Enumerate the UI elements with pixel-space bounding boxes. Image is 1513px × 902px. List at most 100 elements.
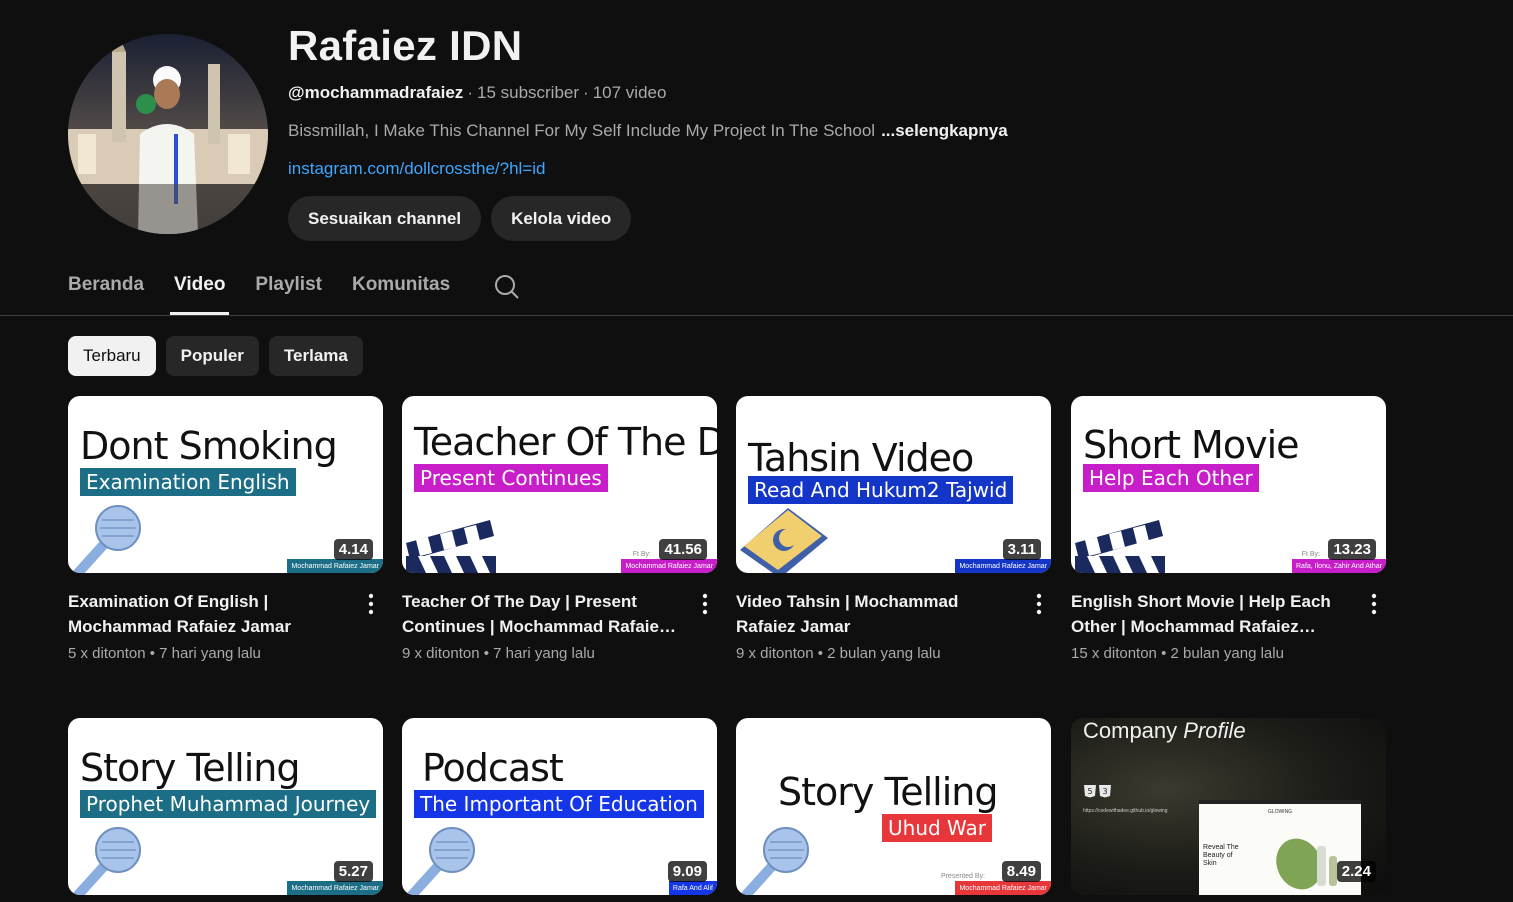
thumbnail-title: Story Telling <box>80 746 300 790</box>
svg-text:5: 5 <box>1087 787 1092 796</box>
tab-home[interactable]: Beranda <box>68 264 144 315</box>
channel-name: Rafaiez IDN <box>288 22 523 69</box>
tab-videos[interactable]: Video <box>170 264 230 315</box>
video-title[interactable]: Teacher Of The Day | Present Continues |… <box>402 589 681 639</box>
microphone-icon <box>407 827 475 895</box>
video-thumbnail[interactable]: Dont Smoking Examination English Mochamm… <box>68 396 383 573</box>
video-meta: 9 x ditonton • 7 hari yang lalu <box>402 645 595 662</box>
search-icon[interactable] <box>494 264 524 315</box>
more-vert-icon[interactable] <box>1366 591 1382 617</box>
tab-community[interactable]: Komunitas <box>352 264 450 315</box>
html-css-icon: 5 3 <box>1084 785 1111 798</box>
video-thumbnail[interactable]: Story Telling Prophet Muhammad Journey M… <box>68 718 383 895</box>
sort-chips: Terbaru Populer Terlama <box>68 336 363 376</box>
thumbnail-title-main: Company <box>1083 718 1178 743</box>
thumbnail-subtitle: Prophet Muhammad Journey <box>80 790 377 818</box>
chip-oldest[interactable]: Terlama <box>268 336 363 376</box>
channel-meta: @mochammadrafaiez · 15 subscriber · 107 vide… <box>288 83 666 103</box>
video-duration: 9.09 <box>667 861 707 882</box>
thumbnail-subtitle: Present Continues <box>414 464 608 492</box>
chip-latest[interactable]: Terbaru <box>68 336 156 376</box>
more-vert-icon[interactable] <box>697 591 713 617</box>
quran-icon <box>740 508 828 573</box>
avatar-photo <box>68 34 268 234</box>
thumbnail-title: Story Telling <box>778 770 998 814</box>
thumbnail-url: https://codewithadee.github.io/glowing <box>1083 808 1168 814</box>
website-brand: GLOWING <box>1267 809 1293 815</box>
upload-age: 2 bulan yang lalu <box>1170 645 1284 662</box>
video-duration: 5.27 <box>333 861 373 882</box>
subscriber-count: 15 subscriber <box>476 83 580 102</box>
video-card[interactable]: Story Telling Prophet Muhammad Journey M… <box>68 718 383 895</box>
channel-link[interactable]: instagram.com/dollcrossthe/?hl=id <box>288 159 545 179</box>
thumbnail-subtitle: Examination English <box>80 468 296 496</box>
video-card[interactable]: Short Movie Help Each Other Ft By: Rafa,… <box>1071 396 1386 662</box>
video-card[interactable]: Story Telling Uhud War Presented By: Moc… <box>736 718 1051 895</box>
thumbnail-title: Podcast <box>422 746 564 790</box>
thumbnail-footer: Mochammad Rafaiez Jamar <box>287 881 383 895</box>
video-title[interactable]: Examination Of English | Mochammad Rafai… <box>68 589 347 639</box>
video-duration: 2.24 <box>1336 861 1376 882</box>
video-card[interactable]: Teacher Of The Day Present Continues Ft … <box>402 396 717 662</box>
meta-separator: · <box>467 83 473 102</box>
meta-separator: · <box>583 83 589 102</box>
thumbnail-footer: Rafa, Ilonu, Zahir And Athar <box>1292 559 1386 573</box>
video-thumbnail[interactable]: Teacher Of The Day Present Continues Ft … <box>402 396 717 573</box>
video-card[interactable]: Podcast The Important Of Education Rafa … <box>402 718 717 895</box>
microphone-icon <box>73 505 141 573</box>
video-duration: 41.56 <box>659 539 707 560</box>
more-link[interactable]: ...selengkapnya <box>881 121 1008 140</box>
thumbnail-title: Short Movie <box>1083 423 1300 467</box>
description-text: Bissmillah, I Make This Channel For My S… <box>288 121 876 140</box>
video-thumbnail[interactable]: Podcast The Important Of Education Rafa … <box>402 718 717 895</box>
video-card[interactable]: Dont Smoking Examination English Mochamm… <box>68 396 383 662</box>
video-title[interactable]: Video Tahsin | Mochammad Rafaiez Jamar <box>736 589 1015 639</box>
video-info: Examination Of English | Mochammad Rafai… <box>68 573 383 662</box>
video-thumbnail[interactable]: Tahsin Video Read And Hukum2 Tajwid Moch… <box>736 396 1051 573</box>
thumbnail-subtitle: Help Each Other <box>1083 464 1259 492</box>
video-count: 107 video <box>592 83 667 102</box>
clapperboard-icon <box>406 520 496 573</box>
upload-age: 7 hari yang lalu <box>493 645 595 662</box>
channel-avatar[interactable] <box>68 34 268 234</box>
thumbnail-title: Company Profile <box>1083 718 1246 744</box>
view-count: 9 x ditonton <box>736 645 814 662</box>
channel-tabs: Beranda Video Playlist Komunitas <box>68 264 524 315</box>
manage-videos-button[interactable]: Kelola video <box>491 196 632 241</box>
video-thumbnail[interactable]: Story Telling Uhud War Presented By: Moc… <box>736 718 1051 895</box>
video-info: Video Tahsin | Mochammad Rafaiez Jamar 9… <box>736 573 1051 662</box>
video-thumbnail[interactable]: Short Movie Help Each Other Ft By: Rafa,… <box>1071 396 1386 573</box>
clapperboard-icon <box>1075 520 1165 573</box>
website-heading: Reveal The Beauty of Skin <box>1203 844 1239 867</box>
upload-age: 7 hari yang lalu <box>159 645 261 662</box>
thumbnail-footer: Mochammad Rafaiez Jamar <box>621 559 717 573</box>
plant-image <box>1276 838 1337 890</box>
more-vert-icon[interactable] <box>1031 591 1047 617</box>
channel-description[interactable]: Bissmillah, I Make This Channel For My S… <box>288 121 1008 141</box>
video-meta: 9 x ditonton • 2 bulan yang lalu <box>736 645 941 662</box>
chip-popular[interactable]: Populer <box>165 336 259 376</box>
more-vert-icon[interactable] <box>363 591 379 617</box>
video-thumbnail[interactable]: Company Profile 5 3 https://codewithadee… <box>1071 718 1386 895</box>
thumbnail-footer: Mochammad Rafaiez Jamar <box>287 559 383 573</box>
microphone-icon <box>741 827 809 895</box>
video-meta: 15 x ditonton • 2 bulan yang lalu <box>1071 645 1284 662</box>
upload-age: 2 bulan yang lalu <box>827 645 941 662</box>
thumbnail-credit: Presented By: <box>941 873 985 880</box>
video-card[interactable]: Tahsin Video Read And Hukum2 Tajwid Moch… <box>736 396 1051 662</box>
video-info: English Short Movie | Help Each Other | … <box>1071 573 1386 662</box>
video-card[interactable]: Company Profile 5 3 https://codewithadee… <box>1071 718 1386 895</box>
thumbnail-subtitle: Uhud War <box>882 814 993 842</box>
thumbnail-footer: Mochammad Rafaiez Jamar <box>955 559 1051 573</box>
thumbnail-title-italic: Profile <box>1183 718 1246 743</box>
video-title[interactable]: English Short Movie | Help Each Other | … <box>1071 589 1350 639</box>
svg-text:3: 3 <box>1102 787 1107 796</box>
video-duration: 3.11 <box>1002 539 1041 560</box>
website-screenshot: GLOWING Reveal The Beauty of Skin <box>1199 800 1361 895</box>
thumbnail-footer: Rafa And Alif <box>668 881 717 895</box>
tab-playlists[interactable]: Playlist <box>255 264 322 315</box>
thumbnail-subtitle: The Important Of Education <box>414 790 704 818</box>
thumbnail-credit: Ft By: <box>632 551 651 558</box>
view-count: 9 x ditonton <box>402 645 480 662</box>
customize-channel-button[interactable]: Sesuaikan channel <box>288 196 482 241</box>
